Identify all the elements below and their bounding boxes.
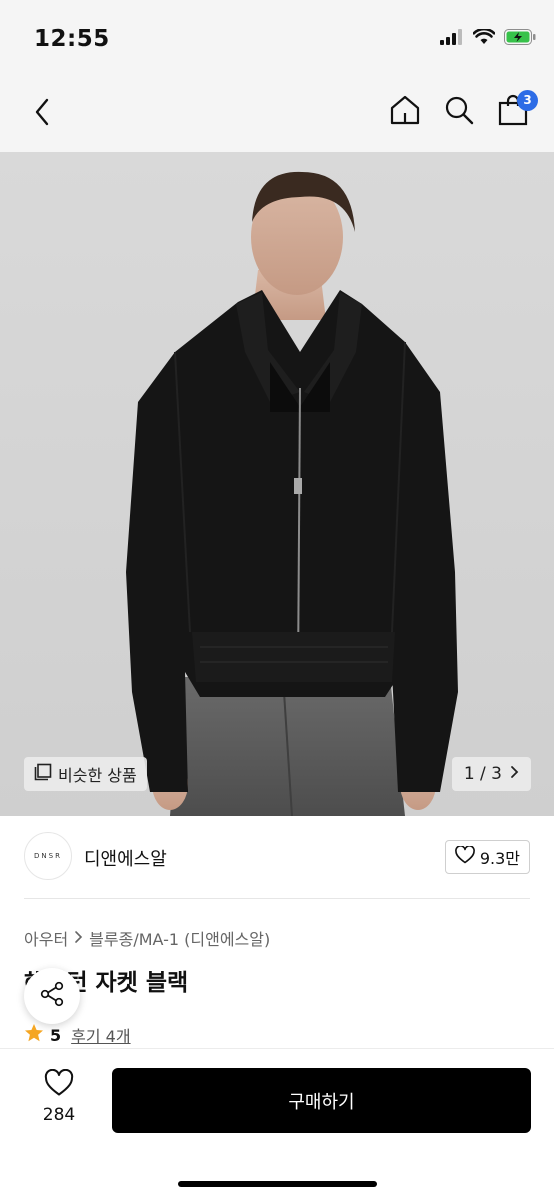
- breadcrumb-item[interactable]: 블루종/MA-1 (디앤에스알): [89, 926, 270, 950]
- brand-row: DNSR 디앤에스알 9.3만: [24, 832, 530, 882]
- image-counter-text: 1 / 3: [463, 764, 502, 784]
- chevron-right-icon: [74, 929, 83, 948]
- product-image[interactable]: 비슷한 상품 1 / 3: [0, 152, 554, 816]
- rating-score: 5: [50, 1025, 62, 1045]
- brand-like-button[interactable]: 9.3만: [444, 840, 530, 874]
- home-button[interactable]: [388, 92, 422, 132]
- star-icon: [24, 1023, 44, 1047]
- status-bar: 12:55: [0, 0, 554, 80]
- brand-logo[interactable]: DNSR: [24, 832, 72, 880]
- share-button[interactable]: [24, 968, 80, 1024]
- bottom-action-bar: 284 구매하기: [0, 1048, 554, 1200]
- back-icon: [34, 98, 50, 130]
- home-indicator: [178, 1181, 377, 1187]
- search-icon: [444, 95, 474, 129]
- brand-name[interactable]: 디앤에스알: [84, 845, 167, 871]
- buy-button[interactable]: 구매하기: [112, 1068, 531, 1133]
- share-icon: [39, 981, 65, 1011]
- nav-bar: 3: [0, 80, 554, 152]
- wifi-icon: [472, 27, 496, 49]
- divider: [24, 898, 530, 899]
- rating-row: 5 후기 4개: [24, 1023, 131, 1047]
- nav-actions: 3: [388, 90, 538, 132]
- similar-products-button[interactable]: 비슷한 상품: [24, 757, 147, 791]
- cart-badge: 3: [517, 90, 538, 111]
- cart-button[interactable]: 3: [496, 90, 538, 132]
- brand-logo-text: DNSR: [34, 852, 62, 860]
- battery-icon: [504, 29, 536, 49]
- brand-like-count: 9.3만: [479, 849, 520, 868]
- search-button[interactable]: [442, 92, 476, 132]
- heart-icon: [44, 1068, 74, 1101]
- breadcrumb: 아우터 블루종/MA-1 (디앤에스알): [24, 926, 270, 950]
- back-button[interactable]: [22, 94, 62, 134]
- product-photo: [126, 171, 458, 816]
- home-icon: [389, 94, 421, 130]
- wishlist-button[interactable]: 284: [28, 1068, 90, 1129]
- status-time: 12:55: [34, 26, 110, 52]
- breadcrumb-item[interactable]: 아우터: [24, 926, 68, 950]
- image-counter[interactable]: 1 / 3: [451, 757, 531, 791]
- chevron-right-icon: [510, 764, 519, 784]
- status-icons: [440, 27, 536, 49]
- heart-icon: [454, 845, 475, 868]
- similar-icon: [34, 763, 52, 785]
- wishlist-count: 284: [42, 1105, 76, 1125]
- similar-label: 비슷한 상품: [58, 766, 137, 785]
- reviews-link[interactable]: 후기 4개: [71, 1023, 130, 1047]
- signal-icon: [440, 29, 464, 49]
